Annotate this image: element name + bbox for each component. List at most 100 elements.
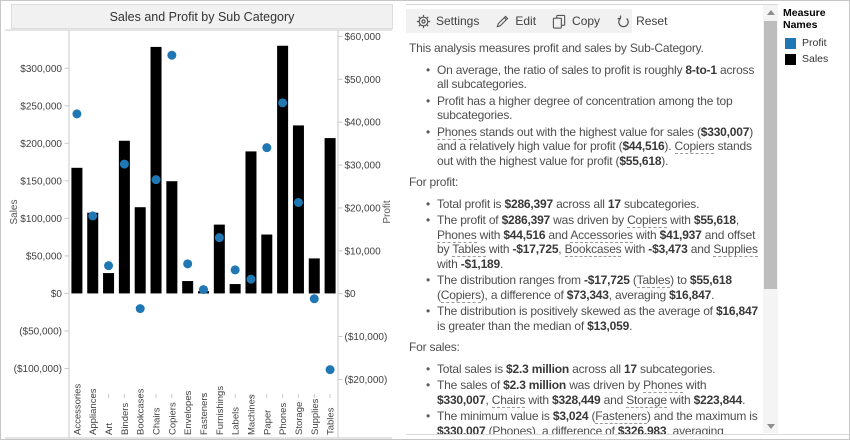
gear-icon — [416, 14, 431, 29]
bullet-item: Total sales is $2.3 million across all 1… — [426, 362, 761, 377]
field-term[interactable]: Copiers — [627, 213, 667, 228]
scroll-down-icon — [767, 424, 775, 429]
edit-button[interactable]: Edit — [495, 14, 536, 29]
category-label-phones: Phones — [278, 403, 289, 435]
field-term[interactable]: Fasteners — [595, 409, 647, 424]
profit-axis-tick-label: $40,000 — [345, 118, 382, 129]
sales-axis-tick-label: $0 — [51, 289, 63, 300]
sales-bar-accessories[interactable] — [71, 168, 82, 294]
profit-dot-accessories[interactable] — [72, 109, 81, 118]
analysis-text: This analysis measures profit and sales … — [409, 39, 761, 434]
analysis-toolbar: Settings Edit Copy Reset — [406, 9, 632, 33]
scrollbar-thumb[interactable] — [764, 21, 777, 289]
profit-dot-binders[interactable] — [120, 160, 129, 169]
field-term[interactable]: Accessories — [570, 228, 633, 243]
reset-button[interactable]: Reset — [616, 14, 667, 29]
field-term[interactable]: Chairs — [492, 393, 525, 408]
analysis-intro: This analysis measures profit and sales … — [409, 41, 761, 56]
sales-bar-storage[interactable] — [293, 125, 304, 293]
sales-bar-art[interactable] — [103, 273, 114, 293]
field-term[interactable]: Tables — [637, 273, 671, 288]
sales-axis-tick-label: $100,000 — [20, 214, 62, 225]
category-label-furnishings: Furnishings — [215, 386, 226, 435]
sales-profit-chart[interactable]: $300,000$250,000$200,000$150,000$100,000… — [1, 1, 404, 440]
field-term[interactable]: Supplies — [713, 242, 757, 257]
profit-axis-tick-label: $20,000 — [345, 203, 382, 214]
section-heading: For profit: — [409, 175, 761, 190]
profit-dot-appliances[interactable] — [88, 211, 97, 220]
bullet-item: The sales of $2.3 million was driven by … — [426, 378, 761, 407]
sales-axis-tick-label: $50,000 — [26, 251, 63, 262]
edit-label: Edit — [515, 14, 536, 28]
bullet-item: Phones stands out with the highest value… — [426, 125, 761, 169]
panel-top-border — [406, 4, 778, 5]
profit-axis-tick-label: $0 — [345, 289, 357, 300]
profit-axis-tick-label: ($20,000) — [345, 375, 388, 386]
profit-dot-copiers[interactable] — [167, 51, 176, 60]
sales-bar-envelopes[interactable] — [182, 281, 193, 293]
bullet-item: On average, the ratio of sales to profit… — [426, 63, 761, 92]
bullet-item: The distribution is positively skewed as… — [426, 304, 761, 333]
field-term[interactable]: Phones — [492, 424, 532, 435]
sales-bar-labels[interactable] — [230, 284, 241, 293]
field-term[interactable]: Phones — [437, 125, 477, 140]
sales-bar-bookcases[interactable] — [135, 207, 146, 293]
sales-bar-phones[interactable] — [277, 46, 288, 294]
bullet-item: The minimum value is $3,024 (Fasteners) … — [426, 409, 761, 434]
category-label-chairs: Chairs — [152, 407, 163, 435]
field-term[interactable]: Storage — [626, 393, 667, 408]
sales-bar-appliances[interactable] — [87, 213, 98, 294]
sales-bar-tables[interactable] — [325, 138, 336, 293]
field-term[interactable]: Copiers — [675, 139, 715, 154]
category-label-paper: Paper — [262, 410, 273, 435]
profit-dot-chairs[interactable] — [152, 175, 161, 184]
field-term[interactable]: Phones — [643, 378, 683, 393]
bullet-list: On average, the ratio of sales to profit… — [409, 63, 761, 169]
sales-axis-tick-label: ($100,000) — [14, 364, 62, 375]
sales-axis-title: Sales — [9, 199, 20, 224]
field-term[interactable]: Phones — [437, 228, 477, 243]
profit-axis-title: Profit — [382, 200, 393, 224]
category-label-appliances: Appliances — [88, 388, 99, 435]
field-term[interactable]: Tables — [452, 242, 486, 257]
profit-dot-storage[interactable] — [294, 198, 303, 207]
sales-bar-supplies[interactable] — [309, 258, 320, 293]
profit-swatch — [785, 38, 796, 49]
category-label-storage: Storage — [294, 402, 305, 435]
field-term[interactable]: Copiers — [441, 288, 481, 303]
profit-dot-paper[interactable] — [262, 143, 271, 152]
sales-axis-tick-label: $300,000 — [20, 64, 62, 75]
profit-dot-phones[interactable] — [278, 98, 287, 107]
sales-bar-chairs[interactable] — [151, 47, 162, 294]
profit-dot-art[interactable] — [104, 261, 113, 270]
legend-item-sales[interactable]: Sales — [785, 53, 849, 65]
legend-label-profit: Profit — [802, 37, 827, 49]
profit-dot-machines[interactable] — [246, 275, 255, 284]
vertical-scrollbar[interactable] — [763, 5, 778, 433]
profit-dot-tables[interactable] — [326, 365, 335, 374]
sales-axis-tick-label: ($50,000) — [19, 326, 62, 337]
sales-bar-machines[interactable] — [245, 151, 256, 293]
bullet-item: Total profit is $286,397 across all 17 s… — [426, 197, 761, 212]
measure-names-legend: Measure Names Profit Sales — [781, 5, 849, 69]
profit-dot-labels[interactable] — [231, 265, 240, 274]
profit-axis-tick-label: $30,000 — [345, 161, 382, 172]
field-term[interactable]: Bookcases — [565, 242, 622, 257]
copy-button[interactable]: Copy — [552, 14, 600, 29]
profit-dot-furnishings[interactable] — [215, 233, 224, 242]
reset-label: Reset — [636, 14, 667, 28]
sales-bar-copiers[interactable] — [166, 181, 177, 293]
profit-dot-bookcases[interactable] — [136, 304, 145, 313]
sales-bar-paper[interactable] — [261, 235, 272, 294]
scroll-down-button[interactable] — [763, 419, 778, 433]
profit-axis-tick-label: ($10,000) — [345, 332, 388, 343]
profit-axis-tick-label: $50,000 — [345, 75, 382, 86]
section-heading: For sales: — [409, 340, 761, 355]
settings-button[interactable]: Settings — [416, 14, 479, 29]
profit-dot-envelopes[interactable] — [183, 259, 192, 268]
scroll-up-button[interactable] — [763, 5, 778, 19]
profit-dot-supplies[interactable] — [310, 294, 319, 303]
profit-dot-fasteners[interactable] — [199, 285, 208, 294]
category-label-accessories: Accessories — [72, 384, 83, 435]
legend-item-profit[interactable]: Profit — [785, 37, 849, 49]
